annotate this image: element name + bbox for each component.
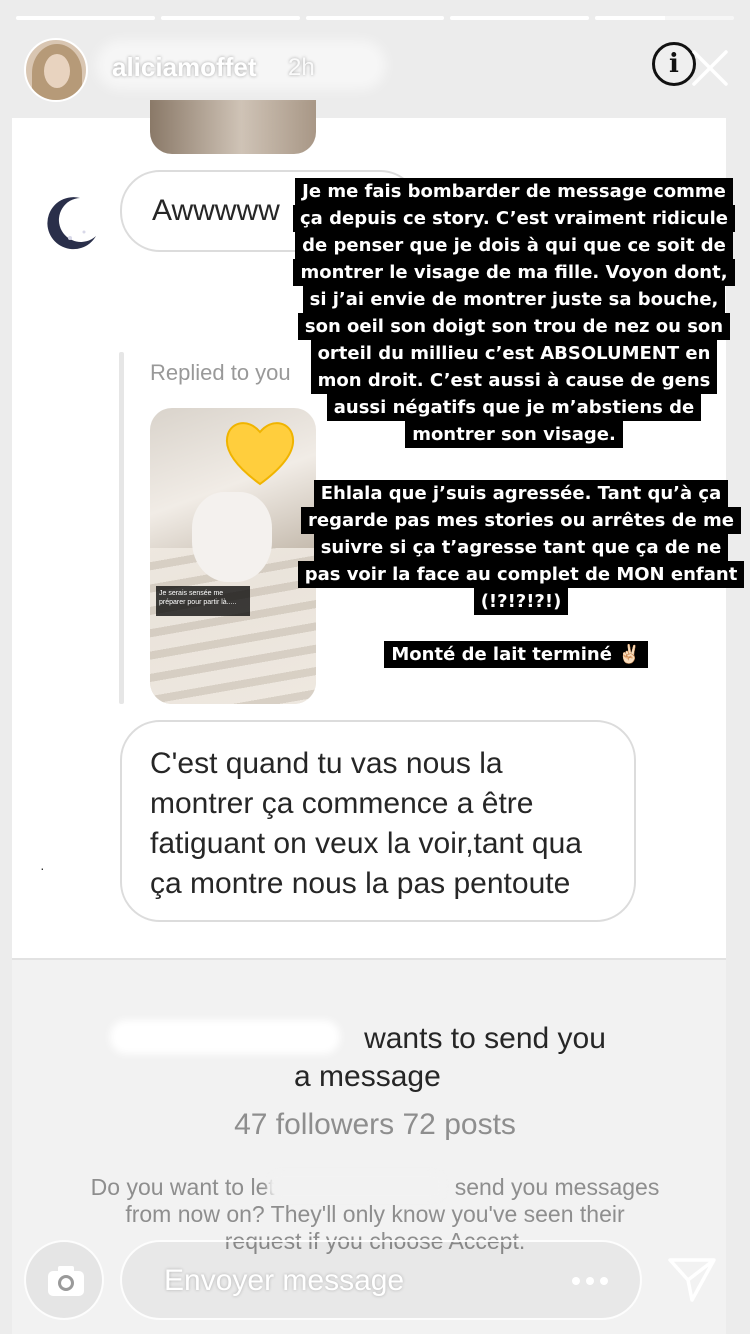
request-title-text: wants to send you <box>364 1022 606 1055</box>
progress-segment <box>305 16 445 20</box>
avatar-face <box>44 54 70 88</box>
camera-button[interactable] <box>24 1240 104 1320</box>
replied-story-photo[interactable]: Je serais sensée me préparer pour partir… <box>150 408 316 704</box>
divider <box>12 958 726 960</box>
request-question-part1: Do you want to let <box>90 1174 275 1200</box>
progress-segment <box>16 16 155 20</box>
progress-segment <box>595 16 734 20</box>
story-text-overlay-3[interactable]: Monté de lait terminé ✌🏻 <box>376 641 656 668</box>
camera-icon <box>48 1266 84 1296</box>
overlay-line: pas voir la face au complet de MON enfan… <box>297 561 745 588</box>
story-reply-bar: Envoyer message <box>0 1236 750 1334</box>
overlay-line: mon droit. C’est aussi à cause de gens <box>310 367 718 394</box>
overlay-line: son oeil son doigt son trou de nez ou so… <box>297 313 731 340</box>
overlay-line: Ehlala que j’suis agressée. Tant qu’à ça <box>313 480 729 507</box>
avatar[interactable] <box>24 38 88 102</box>
photo-caption: Je serais sensée me préparer pour partir… <box>156 586 250 616</box>
overlay-line: si j’ai envie de montrer juste sa bouche… <box>302 286 726 313</box>
overlay-line: Je me fais bombarder de message comme <box>295 178 733 205</box>
overlay-line: suivre si ça t’agresse tant que ça de ne <box>313 534 729 561</box>
moon-avatar-icon <box>47 197 96 250</box>
overlay-line: orteil du millieu c’est ABSOLUMENT en <box>310 340 718 367</box>
overlay-line: (!?!?!?!) <box>473 588 569 615</box>
story-text-overlay-2[interactable]: Ehlala que j’suis agressée. Tant qu’à ça… <box>296 480 746 615</box>
progress-segment <box>160 16 300 20</box>
redacted-username-2 <box>268 1172 444 1200</box>
overlay-line: Monté de lait terminé ✌🏻 <box>384 641 648 668</box>
request-question-part2: send you messages <box>454 1174 660 1200</box>
overlay-line: ça depuis ce story. C’est vraiment ridic… <box>293 205 735 232</box>
close-icon[interactable] <box>690 48 730 88</box>
more-icon[interactable] <box>570 1276 610 1286</box>
request-stats: 47 followers 72 posts <box>234 1108 516 1141</box>
story-progress <box>16 16 734 20</box>
sender-avatar-partial: · <box>40 860 45 876</box>
overlay-line: montrer le visage de ma fille. Voyon don… <box>293 259 735 286</box>
replied-label: Replied to you <box>150 360 291 385</box>
photo-baby <box>192 492 272 582</box>
request-title-line2: a message <box>294 1060 441 1093</box>
story-screen[interactable]: Awwwww Replied to you Je serais sensée m… <box>0 0 750 1334</box>
overlay-line: aussi négatifs que je m’abstiens de <box>326 394 702 421</box>
progress-segment <box>450 16 590 20</box>
overlay-line: montrer son visage. <box>405 421 623 448</box>
overlay-line: de penser que je dois à qui que ce soit … <box>295 232 733 259</box>
send-icon[interactable] <box>666 1254 718 1306</box>
request-question-line2: from now on? They'll only know you've se… <box>125 1201 625 1227</box>
redacted-username <box>110 1020 340 1054</box>
post-time: 2h <box>288 54 315 81</box>
story-text-overlay-1[interactable]: Je me fais bombarder de message comme ça… <box>284 178 744 448</box>
message-placeholder: Envoyer message <box>164 1264 405 1297</box>
reply-indicator-line <box>119 352 124 704</box>
username[interactable]: aliciamoffet <box>112 52 257 83</box>
message-bubble-main: C'est quand tu vas nous la montrer ça co… <box>120 720 636 922</box>
send-message-input[interactable]: Envoyer message <box>120 1240 642 1320</box>
story-header: aliciamoffet 2h i <box>0 30 750 110</box>
overlay-line: regarde pas mes stories ou arrêtes de me <box>301 507 741 534</box>
